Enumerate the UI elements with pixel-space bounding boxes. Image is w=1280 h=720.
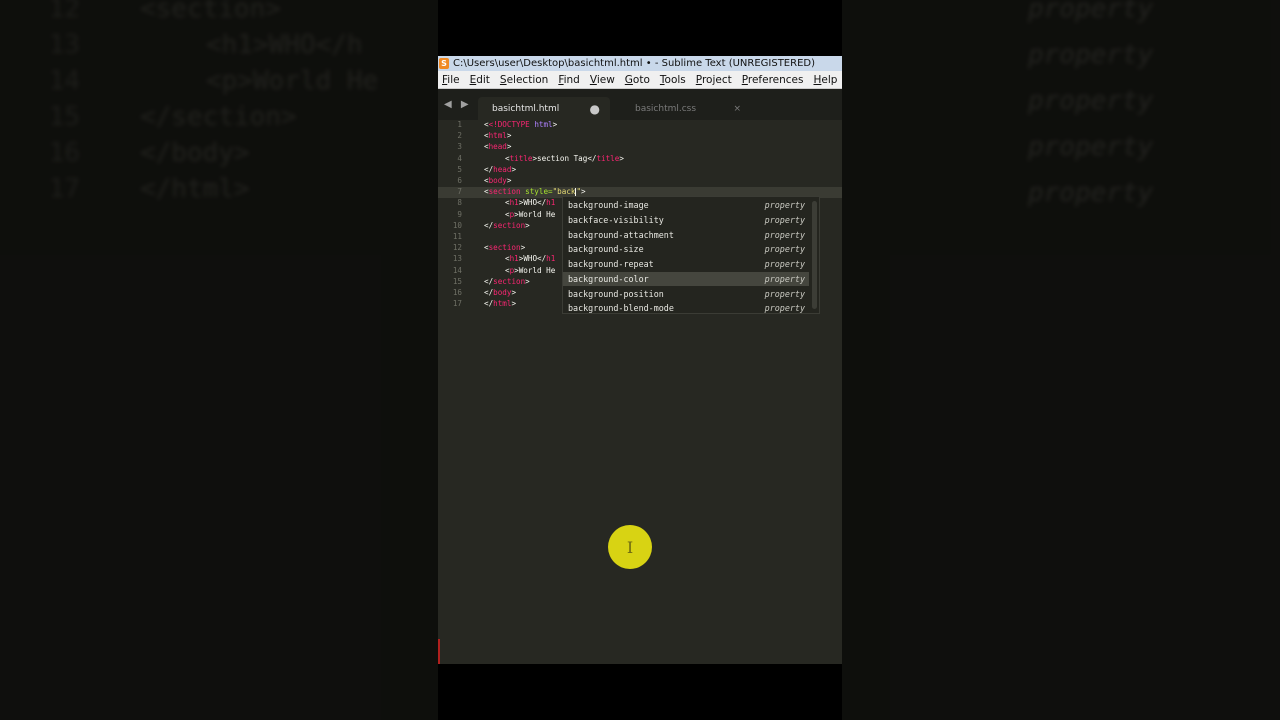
line-number: 3 xyxy=(457,142,462,152)
code-line: </head> xyxy=(484,164,517,174)
line-number: 4 xyxy=(457,153,462,163)
line-number: 13 xyxy=(452,254,462,264)
tab-navigation-arrows-icon[interactable]: ◀ ▶ xyxy=(444,99,472,110)
menu-bar: File Edit Selection Find View Goto Tools… xyxy=(438,71,842,89)
code-line: <h1>WHO</h1 xyxy=(505,198,556,208)
line-number: 17 xyxy=(452,299,462,309)
code-line: </section> xyxy=(484,220,530,230)
menu-help[interactable]: Help xyxy=(813,74,837,86)
line-number: 11 xyxy=(452,232,462,241)
tab-label: basichtml.css xyxy=(635,103,697,114)
line-number: 5 xyxy=(457,164,462,174)
autocomplete-scrollbar[interactable] xyxy=(812,201,817,309)
line-number: 16 xyxy=(452,288,462,297)
line-number: 1 xyxy=(457,120,462,129)
menu-preferences[interactable]: Preferences xyxy=(742,74,804,86)
code-line: </section> xyxy=(484,276,530,286)
code-line: <p>World He xyxy=(505,209,556,219)
menu-edit[interactable]: Edit xyxy=(470,74,490,86)
line-number: 7 xyxy=(457,187,462,197)
line-number: 10 xyxy=(452,220,462,230)
menu-tools[interactable]: Tools xyxy=(660,74,686,86)
line-number: 14 xyxy=(452,265,462,275)
menu-file[interactable]: File xyxy=(442,74,460,86)
autocomplete-item[interactable]: backface-visibility property xyxy=(563,213,809,228)
code-line: </html> xyxy=(484,299,517,309)
tab-bar: ◀ ▶ basichtml.html ● basichtml.css × xyxy=(438,89,842,120)
dim-overlay-right xyxy=(842,0,1280,720)
menu-project[interactable]: Project xyxy=(696,74,732,86)
close-tab-icon[interactable]: × xyxy=(733,104,741,114)
line-number: 9 xyxy=(457,209,462,219)
line-number: 8 xyxy=(457,198,462,208)
unsaved-dot-icon[interactable]: ● xyxy=(590,102,600,116)
line-number: 12 xyxy=(452,243,462,253)
code-editor[interactable]: 1 2 3 4 5 6 7 8 9 10 11 12 13 14 15 16 1… xyxy=(438,120,842,664)
mouse-cursor-highlight-icon: I xyxy=(608,525,652,569)
window-title: C:\Users\user\Desktop\basichtml.html • -… xyxy=(453,58,815,69)
code-line: <h1>WHO</h1 xyxy=(505,254,556,264)
autocomplete-item[interactable]: background-attachment property xyxy=(563,227,809,242)
sublime-app-icon: S xyxy=(439,58,449,69)
line-number: 15 xyxy=(452,276,462,286)
code-line: <html> xyxy=(484,131,512,141)
autocomplete-item[interactable]: background-size property xyxy=(563,242,809,257)
code-line: <body> xyxy=(484,176,512,185)
code-line: </body> xyxy=(484,288,517,297)
menu-view[interactable]: View xyxy=(590,74,615,86)
autocomplete-item[interactable]: background-position property xyxy=(563,286,809,301)
left-edge-marker xyxy=(438,639,440,664)
tab-basichtml-html[interactable]: basichtml.html ● xyxy=(478,97,610,120)
code-line: <title>section Tag</title> xyxy=(505,153,624,163)
autocomplete-item[interactable]: background-repeat property xyxy=(563,257,809,272)
autocomplete-item[interactable]: background-image property xyxy=(563,198,809,213)
autocomplete-popup: background-image property backface-visibi… xyxy=(562,196,820,314)
autocomplete-item[interactable]: background-blend-mode property xyxy=(563,301,809,316)
line-number: 6 xyxy=(457,176,462,185)
menu-goto[interactable]: Goto xyxy=(625,74,650,86)
code-line: <p>World He xyxy=(505,265,556,275)
code-line: <section> xyxy=(484,243,526,253)
title-bar: S C:\Users\user\Desktop\basichtml.html •… xyxy=(438,56,842,71)
dim-overlay-left xyxy=(0,0,438,720)
tab-basichtml-css[interactable]: basichtml.css × xyxy=(621,97,751,120)
sublime-window: S C:\Users\user\Desktop\basichtml.html •… xyxy=(438,56,842,664)
line-number: 2 xyxy=(457,131,462,141)
menu-find[interactable]: Find xyxy=(558,74,580,86)
code-line: <<!DOCTYPE html> xyxy=(484,120,558,129)
menu-selection[interactable]: Selection xyxy=(500,74,548,86)
autocomplete-item-selected[interactable]: background-color property xyxy=(563,271,809,287)
tab-label: basichtml.html xyxy=(492,103,560,114)
code-line: <head> xyxy=(484,142,512,152)
video-frame: S C:\Users\user\Desktop\basichtml.html •… xyxy=(438,0,842,720)
